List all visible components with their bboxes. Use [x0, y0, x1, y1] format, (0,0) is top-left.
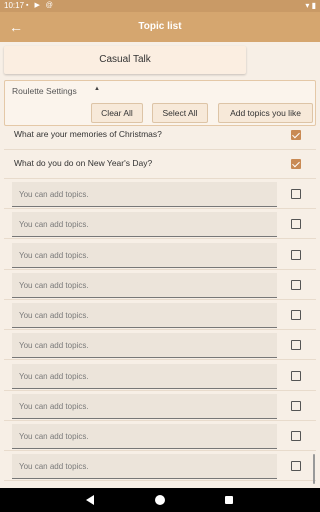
topic-checkbox[interactable]	[291, 250, 301, 260]
topic-row: You can add topics.	[4, 421, 316, 451]
status-bar: 10:17 ▪ ▶ @ ▾ ▮	[0, 0, 320, 12]
topic-row: You can add topics.	[4, 451, 316, 481]
navigation-bar	[0, 488, 320, 512]
topic-checkbox[interactable]	[291, 219, 301, 229]
nav-back-icon[interactable]	[86, 495, 94, 505]
topic-row: What do you do on New Year's Day?	[4, 149, 316, 179]
topic-input[interactable]: You can add topics.	[12, 182, 277, 207]
topic-checkbox[interactable]	[291, 431, 301, 441]
topic-input[interactable]: You can add topics.	[12, 243, 277, 268]
add-topics-button[interactable]: Add topics you like	[218, 103, 313, 123]
roulette-settings-label[interactable]: Roulette Settings	[12, 86, 77, 96]
topic-text: What are your memories of Christmas?	[14, 129, 162, 139]
topic-text: What do you do on New Year's Day?	[14, 158, 153, 168]
topic-input[interactable]: You can add topics.	[12, 394, 277, 419]
app-bar: Topic list ←	[0, 12, 320, 42]
topic-input[interactable]: You can add topics.	[12, 424, 277, 449]
select-all-button[interactable]: Select All	[152, 103, 208, 123]
battery-icon: ▮	[311, 1, 316, 10]
scrollbar[interactable]	[313, 454, 315, 484]
clear-all-button[interactable]: Clear All	[91, 103, 143, 123]
topic-checkbox[interactable]	[291, 340, 301, 350]
nav-home-icon[interactable]	[155, 495, 165, 505]
topic-row: You can add topics.	[4, 270, 316, 300]
topic-input[interactable]: You can add topics.	[12, 303, 277, 328]
wifi-icon: ▾	[305, 1, 310, 10]
topic-row: You can add topics.	[4, 391, 316, 421]
topic-checkbox[interactable]	[291, 130, 301, 140]
caret-up-icon[interactable]: ▲	[94, 86, 100, 92]
topic-input[interactable]: You can add topics.	[12, 333, 277, 358]
topic-checkbox[interactable]	[291, 401, 301, 411]
topic-row: You can add topics.	[4, 240, 316, 270]
topic-checkbox[interactable]	[291, 310, 301, 320]
topic-row: You can add topics.	[4, 300, 316, 330]
topic-input[interactable]: You can add topics.	[12, 454, 277, 479]
topic-checkbox[interactable]	[291, 280, 301, 290]
sim-icon: ▪	[26, 2, 31, 9]
topic-row: You can add topics.	[4, 209, 316, 239]
topic-input[interactable]: You can add topics.	[12, 212, 277, 237]
arrow-left-icon[interactable]: ←	[6, 17, 26, 37]
roulette-settings-panel: Roulette Settings ▲ Clear All Select All…	[4, 80, 316, 126]
topic-row: You can add topics.	[4, 179, 316, 209]
status-notification-icons: ▪ ▶ @	[26, 0, 55, 12]
topic-row: You can add topics.	[4, 330, 316, 360]
topic-row: What are your memories of Christmas?	[4, 126, 316, 150]
at-icon: @	[45, 2, 55, 9]
topic-list[interactable]: What are your memories of Christmas? What…	[4, 126, 316, 488]
topic-checkbox[interactable]	[291, 371, 301, 381]
page-title: Topic list	[138, 21, 182, 32]
topic-checkbox[interactable]	[291, 159, 301, 169]
status-time: 10:17	[4, 1, 25, 10]
category-tab[interactable]: Casual Talk	[4, 46, 246, 74]
topic-input[interactable]: You can add topics.	[12, 273, 277, 298]
nav-recents-icon[interactable]	[225, 496, 233, 504]
topic-checkbox[interactable]	[291, 461, 301, 471]
play-icon: ▶	[34, 2, 42, 9]
status-system-icons: ▾ ▮	[305, 0, 316, 12]
topic-input[interactable]: You can add topics.	[12, 364, 277, 389]
topic-checkbox[interactable]	[291, 189, 301, 199]
topic-row: You can add topics.	[4, 361, 316, 391]
